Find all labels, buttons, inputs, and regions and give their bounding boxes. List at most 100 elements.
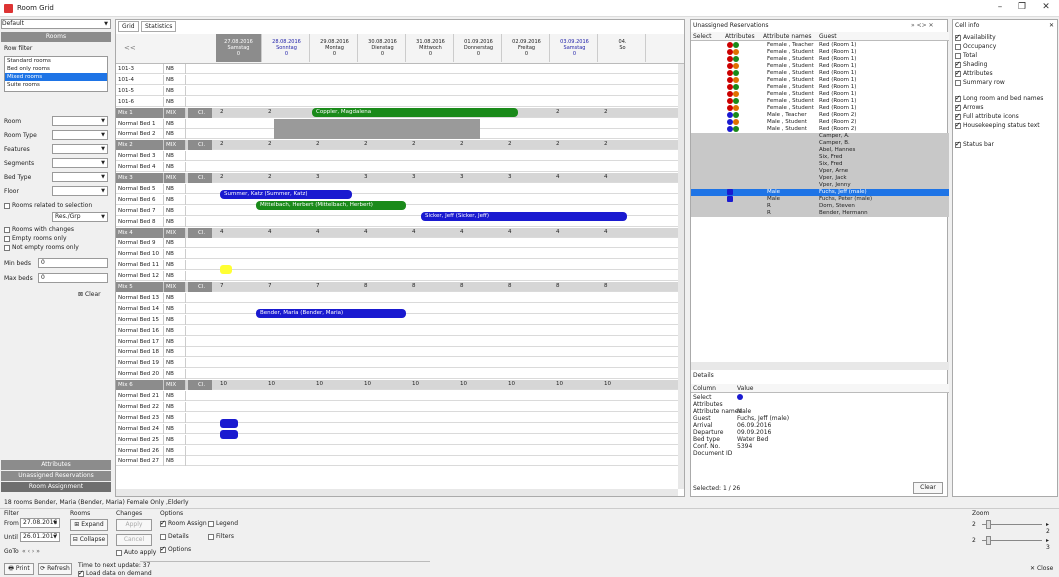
list-item[interactable]: Six, Fred bbox=[691, 161, 949, 168]
table-row[interactable]: Normal Bed 22 NB bbox=[116, 401, 678, 412]
table-row[interactable]: Normal Bed 11 NB bbox=[116, 260, 678, 271]
table-row[interactable]: Mix 3 MIX Cl. 2 2 3 3 3 3 3 4 4 bbox=[116, 173, 678, 183]
list-item[interactable]: Male , Student Red (Room 2) bbox=[691, 126, 949, 133]
room-type-list[interactable]: Standard rooms Bed only rooms Mixed rooms S… bbox=[4, 56, 108, 92]
list-item[interactable]: Abel, Hannes bbox=[691, 147, 949, 154]
room-type-item[interactable]: Bed only rooms bbox=[5, 65, 107, 73]
table-row[interactable]: 101-4 NB bbox=[116, 74, 678, 85]
list-item[interactable]: R Bender, Hermann bbox=[691, 210, 949, 217]
auto-apply-checkbox[interactable]: Auto apply bbox=[116, 549, 156, 556]
list-item[interactable]: Vper, Jack bbox=[691, 175, 949, 182]
related-select[interactable]: Res./Grp bbox=[52, 212, 108, 222]
day-header[interactable]: 31.08.2016 Mittwoch 0 bbox=[408, 34, 454, 62]
collapse-button[interactable]: ⊟ Collapse bbox=[70, 534, 108, 546]
zoom-slider-2[interactable]: 2 ▸ 3 bbox=[972, 535, 1054, 551]
list-item[interactable]: Male , Teacher Red (Room 2) bbox=[691, 112, 949, 119]
cell-info-close-icon[interactable]: ✕ bbox=[1049, 22, 1054, 29]
table-row[interactable]: Normal Bed 16 NB bbox=[116, 325, 678, 336]
filter-select-segments[interactable] bbox=[52, 158, 108, 168]
day-header[interactable]: 28.08.2016 Sonntag 0 bbox=[264, 34, 310, 62]
table-row[interactable]: Normal Bed 17 NB bbox=[116, 336, 678, 347]
filters-checkbox[interactable]: Filters bbox=[208, 533, 234, 540]
cell-info-option[interactable]: Occupancy bbox=[955, 43, 996, 50]
table-row[interactable]: Normal Bed 13 NB bbox=[116, 292, 678, 303]
table-row[interactable]: 101-5 NB bbox=[116, 85, 678, 96]
maximize-button[interactable]: ❐ bbox=[1012, 2, 1032, 15]
table-row[interactable]: Normal Bed 18 NB bbox=[116, 347, 678, 358]
apply-button[interactable]: Apply bbox=[116, 519, 152, 531]
table-row[interactable]: Mix 5 MIX Cl. 7 7 7 8 8 8 8 8 8 bbox=[116, 282, 678, 292]
list-item[interactable]: Female , Student Red (Room 1) bbox=[691, 70, 949, 77]
col-attributes[interactable]: Attributes bbox=[725, 33, 755, 40]
details-checkbox[interactable]: Details bbox=[160, 533, 189, 540]
not-empty-checkbox[interactable]: Not empty rooms only bbox=[4, 244, 79, 251]
table-row[interactable]: Normal Bed 24 NB bbox=[116, 423, 678, 434]
filter-select-features[interactable] bbox=[52, 144, 108, 154]
until-date[interactable]: 26.01.2017 bbox=[20, 532, 60, 542]
list-item[interactable]: Female , Student Red (Room 1) bbox=[691, 63, 949, 70]
cancel-button[interactable]: Cancel bbox=[116, 534, 152, 546]
clear-selection-button[interactable]: Clear bbox=[913, 482, 943, 494]
table-row[interactable]: Normal Bed 25 NB bbox=[116, 434, 678, 445]
grid-hscrollbar[interactable] bbox=[116, 489, 678, 496]
refresh-button[interactable]: ⟳ Refresh bbox=[38, 563, 72, 575]
reservation-bar[interactable]: Coppler, Magdalena bbox=[312, 108, 518, 117]
room-assign-checkbox[interactable]: Room Assign bbox=[160, 519, 207, 527]
cell-info-option[interactable]: Housekeeping status text bbox=[955, 121, 1040, 129]
filter-select-floor[interactable] bbox=[52, 186, 108, 196]
room-type-item[interactable]: Suite rooms bbox=[5, 81, 107, 89]
col-attribute-names[interactable]: Attribute names bbox=[763, 33, 812, 40]
unassigned-section[interactable]: Unassigned Reservations bbox=[1, 471, 111, 481]
list-item[interactable]: Male , Student Red (Room 2) bbox=[691, 119, 949, 126]
list-item[interactable]: Female , Teacher Red (Room 1) bbox=[691, 42, 949, 49]
table-row[interactable]: Normal Bed 19 NB bbox=[116, 358, 678, 369]
expand-button[interactable]: ⊞ Expand bbox=[70, 519, 108, 531]
marker-blue[interactable] bbox=[220, 430, 238, 439]
from-date[interactable]: 27.08.2016 bbox=[20, 518, 60, 528]
options-checkbox[interactable]: Options bbox=[160, 545, 191, 553]
day-header[interactable]: 30.08.2016 Dienstag 0 bbox=[360, 34, 406, 62]
zoom-slider-1[interactable]: 2 ▸ 2 bbox=[972, 519, 1054, 535]
list-item[interactable]: Six, Fred bbox=[691, 154, 949, 161]
with-changes-checkbox[interactable]: Rooms with changes bbox=[4, 226, 74, 233]
room-type-item[interactable]: Mixed rooms bbox=[5, 73, 107, 81]
list-item[interactable]: Female , Student Red (Room 1) bbox=[691, 91, 949, 98]
table-row[interactable]: Normal Bed 21 NB bbox=[116, 391, 678, 401]
cell-info-option[interactable]: Summary row bbox=[955, 79, 1005, 86]
table-row[interactable]: Normal Bed 5 NB bbox=[116, 183, 678, 194]
clear-filters-button[interactable]: ⊠ Clear bbox=[78, 291, 101, 298]
list-item[interactable]: Female , Student Red (Room 1) bbox=[691, 77, 949, 84]
day-header[interactable]: 02.09.2016 Freitag 0 bbox=[504, 34, 550, 62]
print-button[interactable]: 🖶 Print bbox=[4, 563, 34, 575]
filter-select-room[interactable] bbox=[52, 116, 108, 126]
list-item[interactable]: Camper, B. bbox=[691, 140, 949, 147]
list-item[interactable]: Camper, A. bbox=[691, 133, 949, 140]
list-item[interactable]: Female , Student Red (Room 1) bbox=[691, 84, 949, 91]
legend-checkbox[interactable]: Legend bbox=[208, 520, 238, 527]
unassigned-list[interactable]: Female , Teacher Red (Room 1) Female , Stu… bbox=[691, 42, 949, 362]
close-window-button[interactable]: ✕ bbox=[1036, 2, 1056, 15]
scroll-back-button[interactable]: << bbox=[124, 44, 136, 52]
cell-info-option[interactable]: Full attribute icons bbox=[955, 112, 1019, 120]
empty-only-checkbox[interactable]: Empty rooms only bbox=[4, 235, 67, 242]
day-header[interactable]: 01.09.2016 Donnerstag 0 bbox=[456, 34, 502, 62]
cell-info-option[interactable]: Long room and bed names bbox=[955, 94, 1043, 102]
max-beds-input[interactable]: 0 bbox=[38, 273, 108, 283]
reservation-bar[interactable]: Bender, Maria (Bender, Maria) bbox=[256, 309, 406, 318]
marker-blue[interactable] bbox=[220, 419, 238, 428]
table-row[interactable]: Normal Bed 20 NB bbox=[116, 369, 678, 380]
table-row[interactable]: 101-3 NB bbox=[116, 64, 678, 74]
table-row[interactable]: Mix 2 MIX Cl. 2 2 2 2 2 2 2 2 2 bbox=[116, 140, 678, 151]
reservation-bar[interactable]: Summer, Katz (Summer, Katz) bbox=[220, 190, 352, 199]
table-row[interactable]: Mix 4 MIX Cl. 4 4 4 4 4 4 4 4 4 bbox=[116, 227, 678, 238]
panel-nav-icons[interactable]: » <> ✕ bbox=[911, 22, 934, 29]
filter-select-room-type[interactable] bbox=[52, 130, 108, 140]
table-row[interactable]: Normal Bed 26 NB bbox=[116, 445, 678, 456]
tab-grid[interactable]: Grid bbox=[118, 21, 139, 32]
cell-info-option[interactable]: Total bbox=[955, 52, 977, 59]
table-row[interactable]: Normal Bed 4 NB bbox=[116, 162, 678, 173]
related-checkbox[interactable]: Rooms related to selection bbox=[4, 202, 92, 209]
filter-select-bed-type[interactable] bbox=[52, 172, 108, 182]
table-row[interactable]: Normal Bed 3 NB bbox=[116, 151, 678, 162]
room-type-item[interactable]: Standard rooms bbox=[5, 57, 107, 65]
